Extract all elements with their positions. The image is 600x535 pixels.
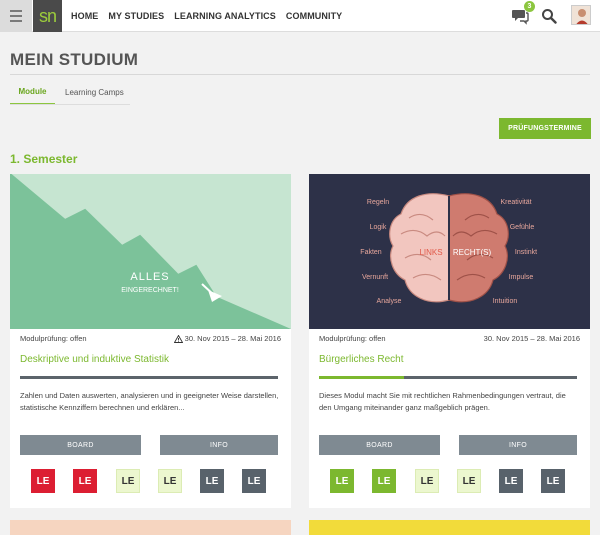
exam-dates-button[interactable]: PRÜFUNGSTERMINE bbox=[499, 118, 591, 139]
nav-home[interactable]: HOME bbox=[71, 11, 98, 21]
warning-icon bbox=[173, 334, 183, 343]
module-progress-bar bbox=[319, 376, 577, 379]
brain-label-left: LINKS bbox=[419, 248, 442, 257]
tabs-divider bbox=[10, 104, 130, 105]
search-icon[interactable] bbox=[541, 8, 557, 24]
date-range-text: 30. Nov 2015 – 28. Mai 2016 bbox=[483, 334, 580, 343]
brain-label-right: RECHT(S) bbox=[453, 248, 492, 257]
module-card-statistik[interactable]: ALLES EINGERECHNET! Modulprüfung: offen … bbox=[10, 174, 291, 508]
right-word-1: Kreativität bbox=[500, 199, 531, 206]
left-word-4: Vernunft bbox=[362, 274, 388, 281]
tab-bar: Module Learning Camps bbox=[10, 79, 590, 105]
left-word-2: Logik bbox=[370, 224, 387, 231]
learning-unit-3[interactable]: LE bbox=[415, 469, 439, 493]
date-range: 30. Nov 2015 – 28. Mai 2016 bbox=[173, 334, 281, 343]
main-nav: HOME MY STUDIES LEARNING ANALYTICS COMMU… bbox=[71, 0, 342, 32]
info-button[interactable]: INFO bbox=[459, 435, 577, 455]
learning-unit-2[interactable]: LE bbox=[372, 469, 396, 493]
module-title[interactable]: Deskriptive und induktive Statistik bbox=[20, 354, 169, 365]
tab-learning-camps[interactable]: Learning Camps bbox=[65, 79, 135, 105]
learning-unit-5[interactable]: LE bbox=[200, 469, 224, 493]
left-word-3: Fakten bbox=[360, 249, 382, 256]
user-avatar-icon bbox=[572, 6, 590, 24]
date-range-text: 30. Nov 2015 – 28. Mai 2016 bbox=[184, 334, 281, 343]
semester-heading: 1. Semester bbox=[10, 152, 78, 166]
notification-badge: 3 bbox=[524, 1, 535, 12]
learning-unit-4[interactable]: LE bbox=[158, 469, 182, 493]
title-divider bbox=[10, 74, 590, 75]
learning-unit-1[interactable]: LE bbox=[330, 469, 354, 493]
avatar[interactable] bbox=[571, 5, 591, 25]
module-image-recht: LINKS RECHT(S) Regeln Logik Fakten Vernu… bbox=[309, 174, 590, 329]
menu-icon[interactable] bbox=[0, 0, 32, 32]
tab-module[interactable]: Module bbox=[10, 79, 55, 105]
image-caption-big: ALLES bbox=[130, 271, 169, 283]
brain-illustration: LINKS RECHT(S) Regeln Logik Fakten Vernu… bbox=[309, 174, 590, 329]
exam-status: Modulprüfung: offen bbox=[20, 334, 87, 343]
learning-unit-2[interactable]: LE bbox=[73, 469, 97, 493]
module-progress-bar bbox=[20, 376, 278, 379]
right-word-5: Intuition bbox=[493, 298, 518, 305]
module-meta: Modulprüfung: offen 30. Nov 2015 – 28. M… bbox=[20, 334, 281, 343]
module-card-next-2[interactable] bbox=[309, 520, 590, 535]
right-word-4: Impulse bbox=[509, 274, 534, 281]
module-title[interactable]: Bürgerliches Recht bbox=[319, 354, 403, 365]
learning-unit-6[interactable]: LE bbox=[541, 469, 565, 493]
learning-unit-1[interactable]: LE bbox=[31, 469, 55, 493]
progress-fill bbox=[319, 376, 405, 379]
module-meta: Modulprüfung: offen 30. Nov 2015 – 28. M… bbox=[319, 334, 580, 343]
left-word-5: Analyse bbox=[377, 298, 402, 305]
module-description: Dieses Modul macht Sie mit rechtlichen R… bbox=[319, 391, 566, 412]
left-word-1: Regeln bbox=[367, 199, 389, 206]
module-card-next-1[interactable] bbox=[10, 520, 291, 535]
board-button[interactable]: BOARD bbox=[20, 435, 141, 455]
declining-graph-illustration: ALLES EINGERECHNET! bbox=[10, 174, 291, 329]
board-button[interactable]: BOARD bbox=[319, 435, 440, 455]
image-caption-small: EINGERECHNET! bbox=[121, 287, 179, 294]
nav-community[interactable]: COMMUNITY bbox=[286, 11, 342, 21]
logo[interactable]: sn bbox=[33, 0, 62, 32]
right-word-2: Gefühle bbox=[510, 224, 535, 231]
nav-learning-analytics[interactable]: LEARNING ANALYTICS bbox=[174, 11, 276, 21]
module-description: Zahlen und Daten auswerten, analysieren … bbox=[20, 391, 279, 412]
module-card-recht[interactable]: LINKS RECHT(S) Regeln Logik Fakten Vernu… bbox=[309, 174, 590, 508]
learning-unit-6[interactable]: LE bbox=[242, 469, 266, 493]
top-navigation-bar: sn HOME MY STUDIES LEARNING ANALYTICS CO… bbox=[0, 0, 600, 32]
learning-unit-5[interactable]: LE bbox=[499, 469, 523, 493]
exam-status: Modulprüfung: offen bbox=[319, 334, 386, 343]
right-word-3: Instinkt bbox=[515, 249, 537, 256]
nav-my-studies[interactable]: MY STUDIES bbox=[108, 11, 164, 21]
module-image-statistik: ALLES EINGERECHNET! bbox=[10, 174, 291, 329]
page-title: MEIN STUDIUM bbox=[10, 50, 139, 69]
info-button[interactable]: INFO bbox=[160, 435, 278, 455]
learning-unit-4[interactable]: LE bbox=[457, 469, 481, 493]
learning-unit-3[interactable]: LE bbox=[116, 469, 140, 493]
